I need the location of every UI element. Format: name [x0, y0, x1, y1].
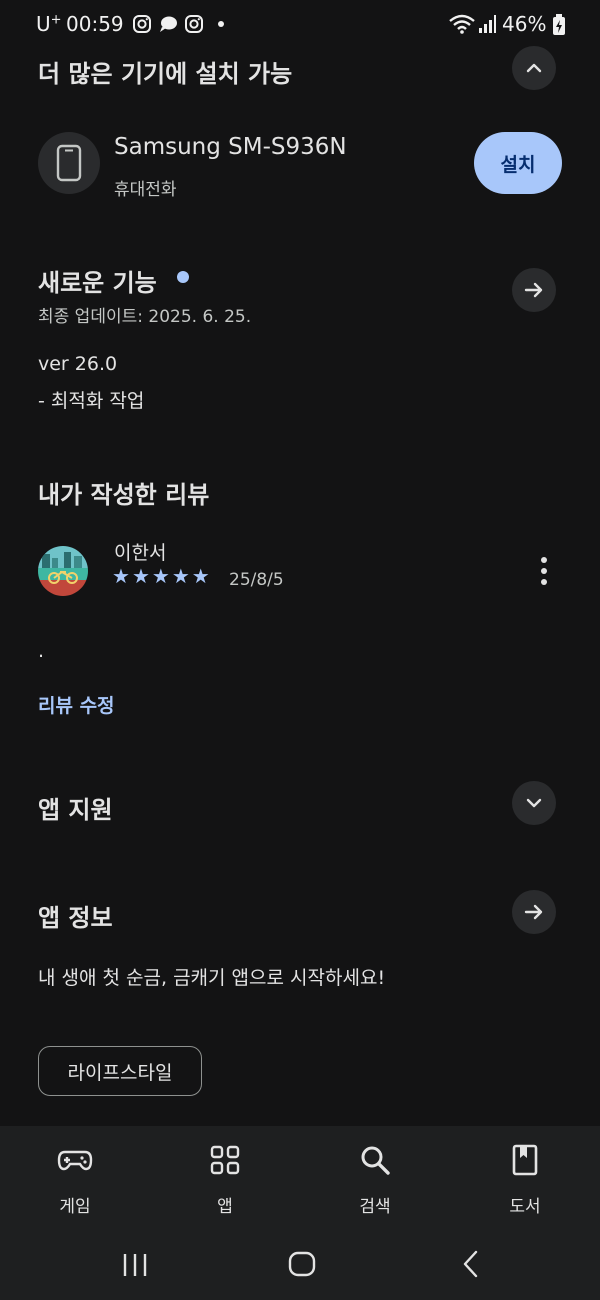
nav-item-games[interactable]: 게임	[0, 1126, 150, 1238]
whats-new-arrow-button[interactable]	[512, 268, 556, 312]
device-name: Samsung SM-S936N	[114, 134, 347, 160]
review-date: 25/8/5	[229, 570, 284, 590]
whats-new-title: 새로운 기능	[38, 269, 157, 297]
back-icon[interactable]	[460, 1250, 482, 1278]
instagram-icon-2	[185, 15, 203, 33]
nav-label-games: 게임	[59, 1197, 91, 1217]
arrow-right-icon	[524, 282, 543, 298]
status-bar: U+ 00:59 46%	[0, 0, 600, 48]
star-icon: ★	[112, 564, 130, 588]
book-icon	[512, 1144, 538, 1176]
smartphone-icon	[56, 144, 82, 182]
star-icon: ★	[151, 564, 170, 588]
review-text: .	[38, 640, 45, 662]
app-description: 내 생애 첫 순금, 금캐기 앱으로 시작하세요!	[38, 967, 386, 989]
home-icon[interactable]	[288, 1250, 316, 1278]
collapse-devices-button[interactable]	[512, 46, 556, 90]
new-indicator-dot	[177, 271, 189, 283]
apps-grid-icon	[210, 1145, 240, 1175]
last-updated: 최종 업데이트: 2025. 6. 25.	[38, 307, 252, 327]
app-info-arrow-button[interactable]	[512, 890, 556, 934]
recent-apps-icon[interactable]	[121, 1252, 149, 1278]
nav-item-apps[interactable]: 앱	[150, 1126, 300, 1238]
install-button[interactable]: 설치	[474, 132, 562, 194]
version-text: ver 26.0	[38, 353, 118, 375]
star-icon: ★	[191, 564, 210, 588]
device-icon-container	[38, 132, 100, 194]
chevron-down-icon	[526, 798, 542, 808]
nav-label-apps: 앱	[217, 1197, 233, 1217]
review-more-options-button[interactable]	[530, 556, 558, 586]
search-icon	[361, 1146, 390, 1175]
star-icon: ★	[171, 564, 190, 588]
star-icon: ★	[131, 564, 150, 588]
reviewer-avatar	[38, 546, 88, 596]
more-notifications-dot	[218, 21, 224, 27]
instagram-icon	[133, 15, 151, 33]
wifi-icon	[449, 14, 475, 34]
my-review-title: 내가 작성한 리뷰	[38, 481, 210, 509]
app-support-title: 앱 지원	[38, 796, 113, 824]
carrier-label: U+	[36, 12, 62, 36]
category-chip[interactable]: 라이프스타일	[38, 1046, 202, 1096]
release-notes: - 최적화 작업	[38, 390, 145, 412]
nav-item-search[interactable]: 검색	[300, 1126, 450, 1238]
signal-icon	[479, 15, 496, 33]
gamepad-icon	[57, 1150, 93, 1171]
battery-charging-icon	[553, 14, 565, 35]
nav-label-books: 도서	[509, 1197, 541, 1217]
device-type: 휴대전화	[114, 180, 177, 200]
system-navigation-bar	[0, 1238, 600, 1300]
star-rating: ★ ★ ★ ★ ★	[112, 566, 210, 586]
battery-percent: 46%	[502, 12, 547, 36]
chat-bubble-icon	[160, 16, 177, 32]
nav-item-books[interactable]: 도서	[450, 1126, 600, 1238]
devices-section-title: 더 많은 기기에 설치 가능	[38, 60, 293, 88]
clock: 00:59	[66, 12, 124, 36]
arrow-right-icon	[524, 904, 543, 920]
chevron-up-icon	[526, 63, 542, 73]
app-info-title: 앱 정보	[38, 904, 113, 932]
reviewer-name: 이한서	[114, 542, 167, 564]
bottom-navigation: 게임 앱 검색 도서	[0, 1126, 600, 1238]
expand-app-support-button[interactable]	[512, 781, 556, 825]
edit-review-link[interactable]: 리뷰 수정	[38, 691, 115, 718]
nav-label-search: 검색	[359, 1197, 391, 1217]
more-vert-icon	[541, 557, 547, 585]
